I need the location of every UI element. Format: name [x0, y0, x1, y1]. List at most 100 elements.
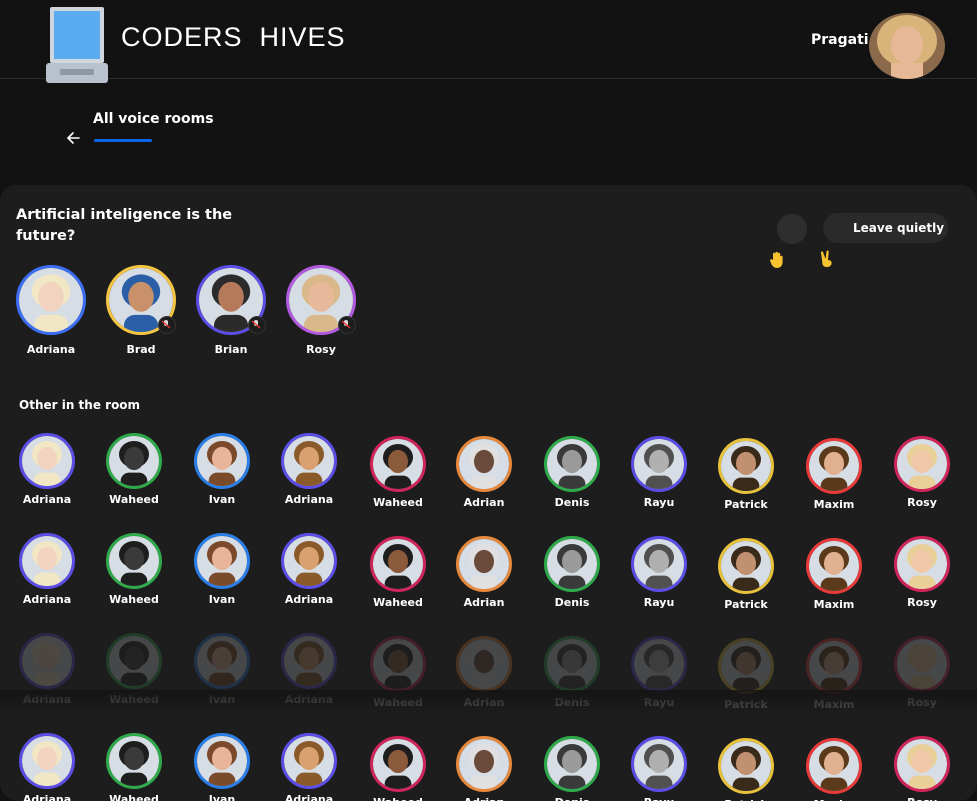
- list-item[interactable]: Denis: [537, 536, 607, 609]
- member-name: Rosy: [907, 496, 937, 509]
- user-avatar[interactable]: [869, 13, 945, 79]
- victory-hand-icon[interactable]: [819, 250, 835, 268]
- list-item[interactable]: Waheed: [99, 433, 169, 506]
- avatar[interactable]: [894, 736, 950, 792]
- member-name: Rayu: [643, 596, 675, 609]
- avatar[interactable]: [806, 638, 862, 694]
- member-name: Denis: [537, 796, 607, 801]
- list-item[interactable]: Waheed: [99, 733, 169, 801]
- list-item[interactable]: Denis: [537, 736, 607, 801]
- list-item[interactable]: Patrick: [711, 538, 781, 611]
- leave-quietly-button[interactable]: Leave quietly: [823, 213, 948, 243]
- avatar[interactable]: [718, 638, 774, 694]
- avatar[interactable]: [718, 438, 774, 494]
- avatar[interactable]: [19, 733, 75, 789]
- avatar[interactable]: [718, 538, 774, 594]
- member-name: Rosy: [907, 596, 937, 609]
- list-item[interactable]: Denis: [537, 436, 607, 509]
- avatar[interactable]: [544, 636, 600, 692]
- list-item[interactable]: Waheed: [363, 536, 433, 609]
- list-item[interactable]: Patrick: [711, 738, 781, 801]
- avatar[interactable]: [106, 265, 176, 335]
- avatar[interactable]: [456, 536, 512, 592]
- avatar[interactable]: [806, 438, 862, 494]
- list-item[interactable]: Ivan: [187, 533, 257, 606]
- member-name: Waheed: [373, 496, 423, 509]
- list-item[interactable]: Maxim: [799, 738, 869, 801]
- avatar[interactable]: [718, 738, 774, 794]
- list-item[interactable]: Adriana: [12, 533, 82, 606]
- avatar[interactable]: [281, 433, 337, 489]
- list-item[interactable]: Rosy: [887, 436, 957, 509]
- avatar[interactable]: [106, 733, 162, 789]
- avatar[interactable]: [19, 433, 75, 489]
- list-item[interactable]: Waheed: [363, 436, 433, 509]
- arrow-left-icon[interactable]: [64, 129, 82, 147]
- avatar[interactable]: [631, 436, 687, 492]
- avatar[interactable]: [631, 636, 687, 692]
- avatar[interactable]: [894, 536, 950, 592]
- avatar[interactable]: [194, 633, 250, 689]
- avatar[interactable]: [370, 736, 426, 792]
- list-item[interactable]: Adrian: [449, 436, 519, 509]
- avatar[interactable]: [370, 636, 426, 692]
- avatar[interactable]: [16, 265, 86, 335]
- avatar[interactable]: [806, 538, 862, 594]
- avatar[interactable]: [194, 733, 250, 789]
- avatar[interactable]: [544, 736, 600, 792]
- avatar[interactable]: [281, 733, 337, 789]
- avatar[interactable]: [19, 633, 75, 689]
- speaker-item[interactable]: Brian: [191, 265, 271, 356]
- speaker-item[interactable]: Rosy: [281, 265, 361, 356]
- list-item[interactable]: Maxim: [799, 438, 869, 511]
- list-item[interactable]: Adriana: [12, 733, 82, 801]
- avatar[interactable]: [456, 436, 512, 492]
- avatar[interactable]: [194, 433, 250, 489]
- avatar[interactable]: [286, 265, 356, 335]
- list-item[interactable]: Adriana: [274, 433, 344, 506]
- avatar[interactable]: [196, 265, 266, 335]
- list-item[interactable]: Waheed: [363, 736, 433, 801]
- user-name[interactable]: Pragati: [811, 32, 869, 48]
- avatar[interactable]: [106, 533, 162, 589]
- avatar[interactable]: [281, 633, 337, 689]
- list-item[interactable]: Adrian: [449, 736, 519, 801]
- avatar[interactable]: [370, 436, 426, 492]
- raised-hand-icon[interactable]: [769, 251, 785, 269]
- avatar[interactable]: [281, 533, 337, 589]
- list-item[interactable]: Maxim: [799, 538, 869, 611]
- list-item[interactable]: Adriana: [274, 733, 344, 801]
- list-item[interactable]: Patrick: [711, 438, 781, 511]
- avatar[interactable]: [544, 436, 600, 492]
- avatar[interactable]: [894, 636, 950, 692]
- speaker-item[interactable]: Brad: [101, 265, 181, 356]
- member-name: Denis: [554, 496, 590, 509]
- avatar[interactable]: [194, 533, 250, 589]
- avatar[interactable]: [631, 736, 687, 792]
- list-item[interactable]: Rayu: [624, 736, 694, 801]
- member-name: Waheed: [109, 793, 159, 801]
- tab-all-voice-rooms[interactable]: All voice rooms: [93, 111, 214, 127]
- avatar[interactable]: [456, 736, 512, 792]
- room-option-button[interactable]: [777, 214, 807, 244]
- avatar[interactable]: [456, 636, 512, 692]
- avatar[interactable]: [106, 433, 162, 489]
- list-item[interactable]: Rosy: [887, 536, 957, 609]
- list-item[interactable]: Waheed: [99, 533, 169, 606]
- list-item[interactable]: Adriana: [274, 533, 344, 606]
- avatar[interactable]: [544, 536, 600, 592]
- list-item[interactable]: Rayu: [624, 436, 694, 509]
- avatar[interactable]: [631, 536, 687, 592]
- list-item[interactable]: Adrian: [449, 536, 519, 609]
- avatar[interactable]: [806, 738, 862, 794]
- avatar[interactable]: [19, 533, 75, 589]
- list-item[interactable]: Ivan: [187, 733, 257, 801]
- avatar[interactable]: [894, 436, 950, 492]
- list-item[interactable]: Ivan: [187, 433, 257, 506]
- avatar[interactable]: [106, 633, 162, 689]
- list-item[interactable]: Rayu: [624, 536, 694, 609]
- list-item[interactable]: Rosy: [887, 736, 957, 801]
- list-item[interactable]: Adriana: [12, 433, 82, 506]
- speaker-item[interactable]: Adriana: [11, 265, 91, 356]
- avatar[interactable]: [370, 536, 426, 592]
